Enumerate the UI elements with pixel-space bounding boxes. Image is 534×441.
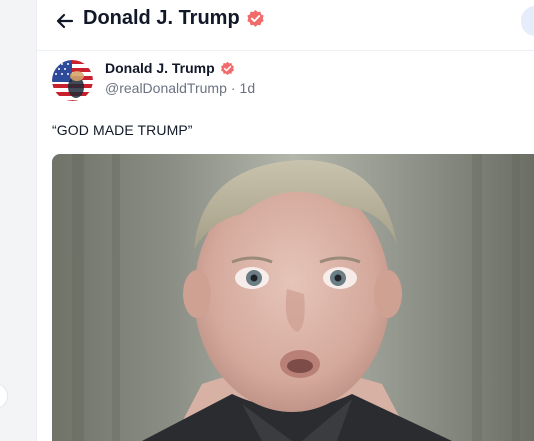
author-name[interactable]: Donald J. Trump <box>105 60 255 77</box>
left-sidebar <box>0 0 36 441</box>
top-bar: Donald J. Trump <box>37 0 534 51</box>
author-name-text: Donald J. Trump <box>105 60 215 76</box>
sidebar-button-edge[interactable] <box>0 383 8 409</box>
back-arrow-icon[interactable] <box>53 9 77 33</box>
author-avatar[interactable] <box>52 60 93 101</box>
verified-badge-icon <box>220 61 234 75</box>
meta-separator: · <box>230 79 236 96</box>
post-media-image[interactable] <box>52 154 534 441</box>
post: Donald J. Trump @realDonaldTrump · 1d “G… <box>37 50 534 441</box>
author-handle[interactable]: @realDonaldTrump <box>105 80 227 97</box>
verified-badge-icon <box>247 9 264 27</box>
post-time[interactable]: 1d <box>240 80 256 97</box>
page-title-text: Donald J. Trump <box>83 7 240 29</box>
top-right-action[interactable] <box>521 6 534 36</box>
page-title: Donald J. Trump <box>83 7 265 30</box>
author-meta: @realDonaldTrump · 1d <box>105 80 255 97</box>
american-flag-avatar-icon <box>52 60 93 101</box>
author-block: Donald J. Trump @realDonaldTrump · 1d <box>105 60 255 97</box>
boy-portrait-photo <box>52 154 534 441</box>
post-text: “GOD MADE TRUMP” <box>52 122 193 138</box>
main-column: Donald J. Trump Donald J. Trump @realDon… <box>36 0 534 441</box>
